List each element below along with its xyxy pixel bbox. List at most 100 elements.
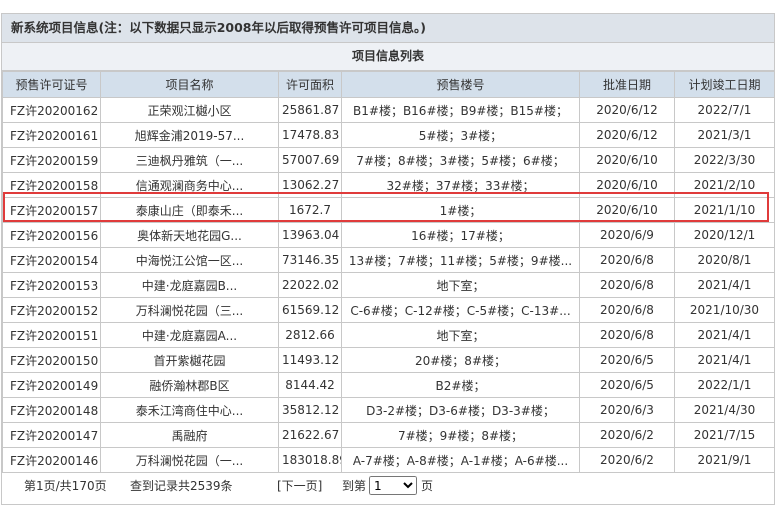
cell-license: FZ许20200154 (2, 247, 101, 273)
cell-project-name[interactable]: 泰康山庄（即泰禾... (100, 197, 279, 223)
cell-buildings: C-6#楼；C-12#楼；C-5#楼；C-13#... (341, 297, 580, 323)
page-select[interactable]: 1 (369, 476, 417, 495)
table-row[interactable]: FZ许20200146 万科澜悦花园（一... 183018.89 A-7#楼；A-8… (2, 447, 775, 473)
cell-approval-date: 2020/6/8 (579, 272, 675, 298)
cell-license: FZ许20200157 (2, 197, 101, 223)
cell-license: FZ许20200146 (2, 447, 101, 473)
project-table: 预售许可证号 项目名称 许可面积 预售楼号 批准日期 计划竣工日期 FZ许202… (2, 71, 775, 473)
cell-approval-date: 2020/6/2 (579, 447, 675, 473)
cell-buildings: 7#楼；8#楼；3#楼；5#楼；6#楼； (341, 147, 580, 173)
cell-license: FZ许20200159 (2, 147, 101, 173)
table-row[interactable]: FZ许20200162 正荣观江樾小区 25861.87 B1#楼；B16#楼；B9#… (2, 97, 775, 123)
goto-suffix: 页 (421, 479, 434, 493)
cell-project-name[interactable]: 禹融府 (100, 422, 279, 448)
cell-completion-date: 2021/7/15 (674, 422, 775, 448)
cell-area: 22022.02 (278, 272, 342, 298)
cell-area: 1672.7 (278, 197, 342, 223)
cell-license: FZ许20200150 (2, 347, 101, 373)
cell-area: 17478.83 (278, 122, 342, 148)
cell-completion-date: 2021/1/10 (674, 197, 775, 223)
cell-area: 8144.42 (278, 372, 342, 398)
cell-license: FZ许20200162 (2, 97, 101, 123)
table-row[interactable]: FZ许20200147 禹融府 21622.67 7#楼；9#楼；8#楼； 2020/6… (2, 422, 775, 448)
col-header-buildings[interactable]: 预售楼号 (341, 71, 580, 98)
cell-project-name[interactable]: 万科澜悦花园（三... (100, 297, 279, 323)
cell-project-name[interactable]: 信通观澜商务中心... (100, 172, 279, 198)
cell-approval-date: 2020/6/2 (579, 422, 675, 448)
cell-license: FZ许20200147 (2, 422, 101, 448)
col-header-approval-date[interactable]: 批准日期 (579, 71, 675, 98)
cell-project-name[interactable]: 中建·龙庭嘉园A... (100, 322, 279, 348)
cell-project-name[interactable]: 万科澜悦花园（一... (100, 447, 279, 473)
cell-license: FZ许20200158 (2, 172, 101, 198)
col-header-area[interactable]: 许可面积 (278, 71, 342, 98)
cell-buildings: 7#楼；9#楼；8#楼； (341, 422, 580, 448)
col-header-project-name[interactable]: 项目名称 (100, 71, 279, 98)
cell-area: 61569.12 (278, 297, 342, 323)
cell-buildings: D3-2#楼；D3-6#楼；D3-3#楼； (341, 397, 580, 423)
cell-license: FZ许20200156 (2, 222, 101, 248)
table-row[interactable]: FZ许20200158 信通观澜商务中心... 13062.27 32#楼；37#楼；… (2, 172, 775, 198)
table-row[interactable]: FZ许20200161 旭辉金浦2019-57... 17478.83 5#楼；3#楼… (2, 122, 775, 148)
cell-license: FZ许20200148 (2, 397, 101, 423)
cell-buildings: 1#楼； (341, 197, 580, 223)
cell-license: FZ许20200149 (2, 372, 101, 398)
cell-completion-date: 2020/12/1 (674, 222, 775, 248)
table-row[interactable]: FZ许20200153 中建·龙庭嘉园B... 22022.02 地下室； 2020/6… (2, 272, 775, 298)
cell-license: FZ许20200151 (2, 322, 101, 348)
table-row[interactable]: FZ许20200152 万科澜悦花园（三... 61569.12 C-6#楼；C-12… (2, 297, 775, 323)
cell-license: FZ许20200153 (2, 272, 101, 298)
cell-approval-date: 2020/6/9 (579, 222, 675, 248)
cell-approval-date: 2020/6/8 (579, 322, 675, 348)
cell-buildings: 5#楼；3#楼； (341, 122, 580, 148)
cell-project-name[interactable]: 三迪枫丹雅筑（一... (100, 147, 279, 173)
cell-project-name[interactable]: 首开紫樾花园 (100, 347, 279, 373)
cell-approval-date: 2020/6/5 (579, 347, 675, 373)
cell-completion-date: 2020/8/1 (674, 247, 775, 273)
cell-project-name[interactable]: 中海悦江公馆一区... (100, 247, 279, 273)
table-header-row: 预售许可证号 项目名称 许可面积 预售楼号 批准日期 计划竣工日期 (2, 71, 775, 98)
cell-area: 11493.12 (278, 347, 342, 373)
cell-buildings: B1#楼；B16#楼；B9#楼；B15#楼； (341, 97, 580, 123)
col-header-license[interactable]: 预售许可证号 (2, 71, 101, 98)
cell-license: FZ许20200152 (2, 297, 101, 323)
cell-completion-date: 2022/7/1 (674, 97, 775, 123)
cell-completion-date: 2021/4/1 (674, 347, 775, 373)
cell-approval-date: 2020/6/10 (579, 147, 675, 173)
table-row[interactable]: FZ许20200157 泰康山庄（即泰禾... 1672.7 1#楼； 2020/6/1… (2, 197, 775, 223)
cell-approval-date: 2020/6/3 (579, 397, 675, 423)
cell-area: 13062.27 (278, 172, 342, 198)
cell-completion-date: 2022/1/1 (674, 372, 775, 398)
cell-project-name[interactable]: 奥体新天地花园G... (100, 222, 279, 248)
cell-completion-date: 2021/2/10 (674, 172, 775, 198)
next-page-link[interactable]: [下一页] (277, 473, 322, 499)
cell-area: 183018.89 (278, 447, 342, 473)
cell-approval-date: 2020/6/10 (579, 197, 675, 223)
table-row[interactable]: FZ许20200159 三迪枫丹雅筑（一... 57007.69 7#楼；8#楼；3#… (2, 147, 775, 173)
cell-project-name[interactable]: 泰禾江湾商住中心... (100, 397, 279, 423)
table-row[interactable]: FZ许20200148 泰禾江湾商住中心... 35812.12 D3-2#楼；D3-… (2, 397, 775, 423)
cell-completion-date: 2021/3/1 (674, 122, 775, 148)
table-row[interactable]: FZ许20200150 首开紫樾花园 11493.12 20#楼；8#楼； 2020/6… (2, 347, 775, 373)
cell-project-name[interactable]: 融侨瀚林郡B区 (100, 372, 279, 398)
cell-completion-date: 2021/10/30 (674, 297, 775, 323)
project-info-panel: 新系统项目信息(注：以下数据只显示2008年以后取得预售许可项目信息。) 项目信… (1, 13, 775, 505)
cell-completion-date: 2021/4/1 (674, 322, 775, 348)
cell-approval-date: 2020/6/5 (579, 372, 675, 398)
cell-project-name[interactable]: 旭辉金浦2019-57... (100, 122, 279, 148)
cell-completion-date: 2021/4/30 (674, 397, 775, 423)
cell-buildings: 地下室； (341, 272, 580, 298)
cell-approval-date: 2020/6/12 (579, 97, 675, 123)
table-row[interactable]: FZ许20200151 中建·龙庭嘉园A... 2812.66 地下室； 2020/6/… (2, 322, 775, 348)
cell-buildings: 13#楼；7#楼；11#楼；5#楼；9#楼... (341, 247, 580, 273)
table-row[interactable]: FZ许20200156 奥体新天地花园G... 13963.04 16#楼；17#楼；… (2, 222, 775, 248)
pager: 第1页/共170页 查到记录共2539条 [下一页] 到第 1 页 (2, 473, 774, 499)
col-header-completion-date[interactable]: 计划竣工日期 (674, 71, 775, 98)
table-row[interactable]: FZ许20200149 融侨瀚林郡B区 8144.42 B2#楼； 2020/6/5 20… (2, 372, 775, 398)
table-row[interactable]: FZ许20200154 中海悦江公馆一区... 73146.35 13#楼；7#楼；1… (2, 247, 775, 273)
cell-project-name[interactable]: 正荣观江樾小区 (100, 97, 279, 123)
cell-area: 13963.04 (278, 222, 342, 248)
cell-buildings: 32#楼；37#楼；33#楼； (341, 172, 580, 198)
cell-project-name[interactable]: 中建·龙庭嘉园B... (100, 272, 279, 298)
list-title: 项目信息列表 (2, 43, 774, 71)
